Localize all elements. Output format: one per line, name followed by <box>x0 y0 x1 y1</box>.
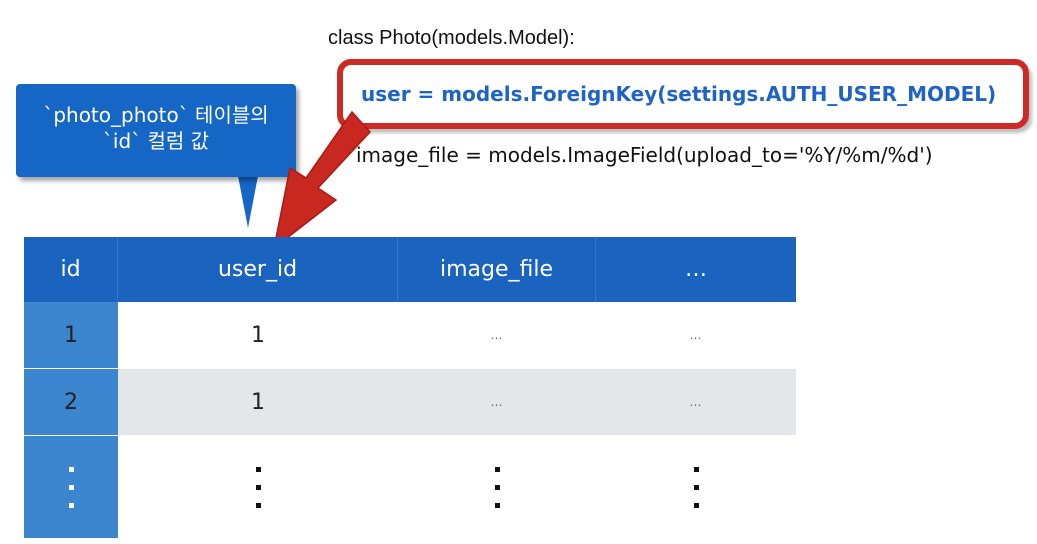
row-id-cell: 1 <box>24 302 118 368</box>
highlighted-code-box: user = models.ForeignKey(settings.AUTH_U… <box>337 59 1029 129</box>
header-image-file: image_file <box>398 237 596 302</box>
table-row-continuation <box>24 436 796 538</box>
row-image-file-cell: … <box>398 369 596 435</box>
vertical-ellipsis-icon <box>118 436 398 538</box>
header-user-id: user_id <box>118 237 398 302</box>
table-row: 2 1 … … <box>24 369 796 436</box>
row-id-cell: 2 <box>24 369 118 435</box>
row-user-id-cell: 1 <box>118 302 398 368</box>
foreign-key-line: user = models.ForeignKey(settings.AUTH_U… <box>361 82 997 106</box>
row-more-cell: … <box>596 369 796 435</box>
vertical-ellipsis-icon <box>24 436 118 538</box>
photo-table: id user_id image_file … 1 1 … … 2 1 … … <box>24 237 796 538</box>
row-more-cell: … <box>596 302 796 368</box>
callout-line-2: `id` 컬럼 값 <box>102 129 210 153</box>
callout-box: `photo_photo` 테이블의 `id` 컬럼 값 <box>16 84 296 177</box>
callout-line-1: `photo_photo` 테이블의 <box>43 103 269 127</box>
code-image-field-line: image_file = models.ImageField(upload_to… <box>356 143 933 167</box>
row-user-id-cell: 1 <box>118 369 398 435</box>
table-header-row: id user_id image_file … <box>24 237 796 302</box>
header-id: id <box>24 237 118 302</box>
code-class-line: class Photo(models.Model): <box>328 27 575 49</box>
vertical-ellipsis-icon <box>596 436 796 538</box>
header-more: … <box>685 257 707 282</box>
vertical-ellipsis-icon <box>398 436 596 538</box>
table-row: 1 1 … … <box>24 302 796 369</box>
row-image-file-cell: … <box>398 302 596 368</box>
